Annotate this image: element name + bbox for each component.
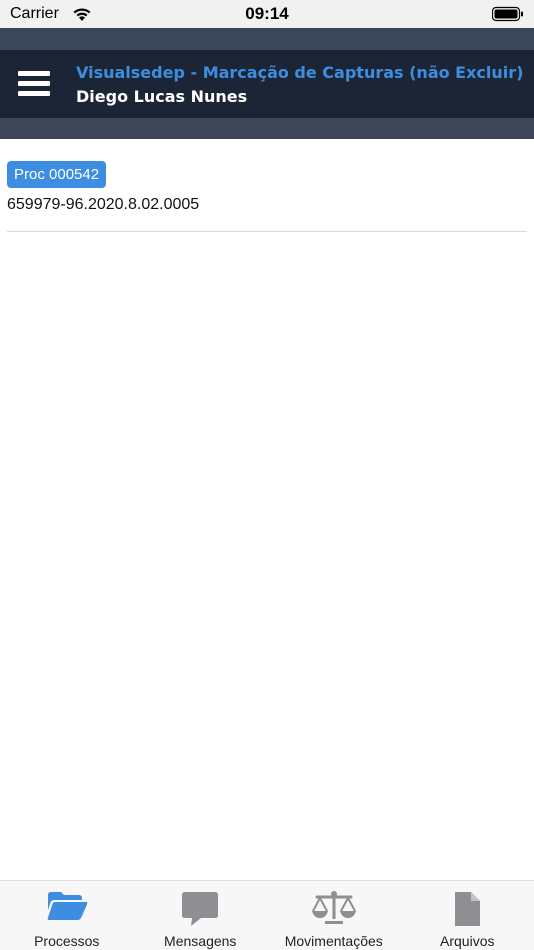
- file-icon: [455, 892, 481, 926]
- process-badge: Proc 000542: [7, 161, 107, 188]
- tab-arquivos[interactable]: Arquivos: [401, 881, 534, 950]
- tab-arquivos-label: Arquivos: [440, 933, 495, 949]
- header-band-bottom: [0, 118, 534, 139]
- battery-icon: [492, 6, 523, 22]
- chat-bubble-icon: [182, 892, 219, 926]
- tab-processos[interactable]: Processos: [0, 881, 134, 950]
- list-item[interactable]: Proc 000542 659979-96.2020.8.02.0005: [7, 161, 527, 232]
- hamburger-menu-icon[interactable]: [18, 69, 50, 99]
- page-title: Visualsedep - Marcação de Capturas (não …: [76, 63, 524, 82]
- clock: 09:14: [245, 4, 289, 23]
- header-band-top: [0, 28, 534, 50]
- tab-movimentacoes[interactable]: Movimentações: [267, 881, 401, 950]
- tab-mensagens[interactable]: Mensagens: [134, 881, 268, 950]
- tab-movimentacoes-label: Movimentações: [284, 933, 383, 949]
- tab-processos-label: Processos: [34, 933, 100, 949]
- tab-bar: Processos Mensagens Movimentações Arquiv…: [0, 880, 534, 950]
- user-name: Diego Lucas Nunes: [76, 87, 248, 106]
- status-bar: Carrier 09:14: [0, 0, 534, 28]
- app-header: Visualsedep - Marcação de Capturas (não …: [0, 50, 534, 118]
- process-number: 659979-96.2020.8.02.0005: [7, 196, 200, 213]
- tab-mensagens-label: Mensagens: [164, 933, 237, 949]
- balance-scale-icon: [311, 891, 356, 924]
- folder-open-icon: [47, 892, 88, 920]
